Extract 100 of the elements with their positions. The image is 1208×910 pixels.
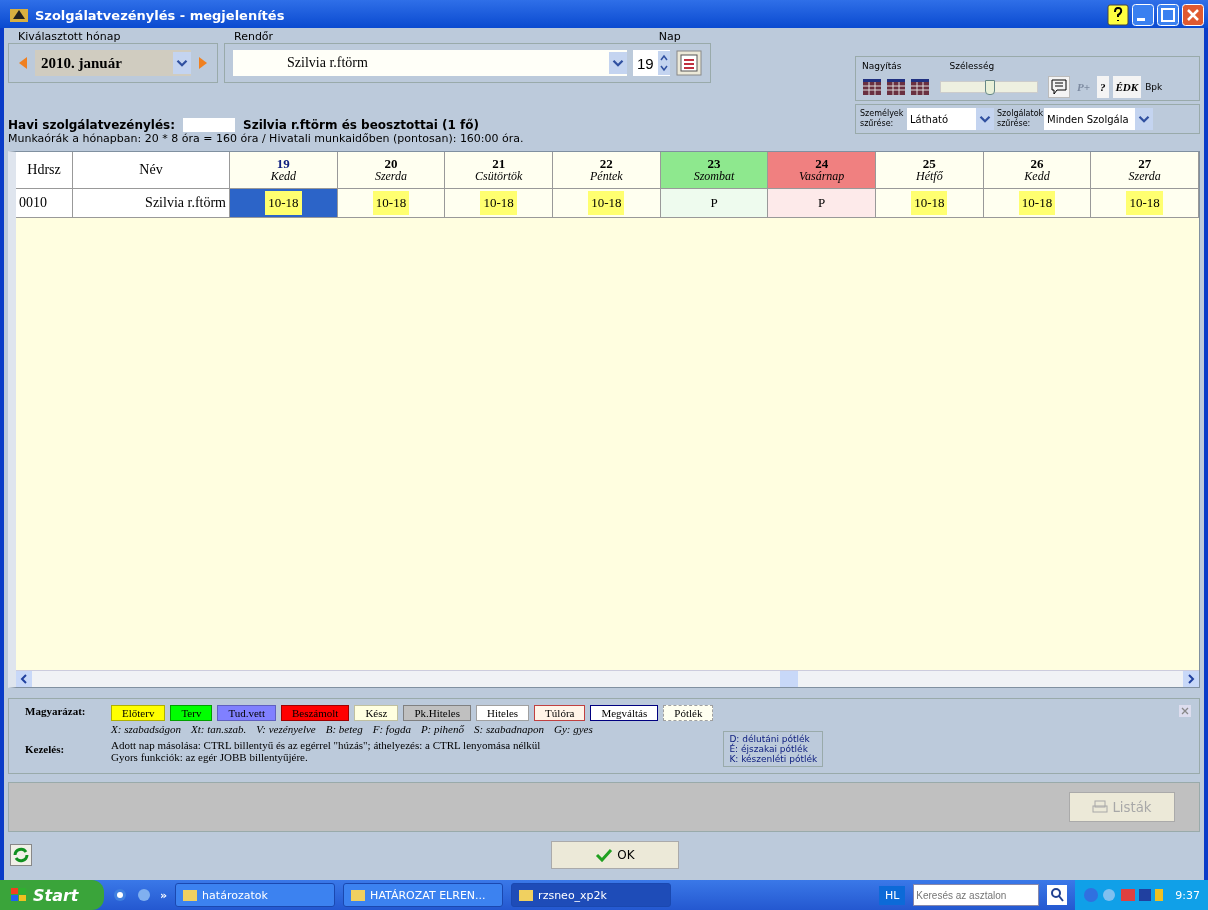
day-header[interactable]: 27 Szerda — [1091, 152, 1199, 189]
code-legend: V: vezényelve — [256, 723, 316, 735]
handling-text: Adott nap másolása: CTRL billentyű és az egérrel "húzás"; áthelyezés: a CTRL lenyomása nélkül — [111, 739, 542, 751]
schedule-title: Havi szolgálatvezénylés: — [8, 118, 175, 132]
day-header[interactable]: 23 Szombat — [660, 152, 769, 189]
group-label: Rendőr — [233, 30, 274, 43]
comment-icon[interactable] — [1048, 76, 1070, 98]
shift-cell[interactable]: 10-18 — [445, 189, 553, 218]
day-header[interactable]: 25 Hétfő — [876, 152, 984, 189]
legend-chip: Beszámolt — [280, 705, 350, 721]
spinner-arrows-icon[interactable] — [657, 51, 670, 75]
code-legend: X: szabadságon — [111, 723, 181, 735]
slider-thumb[interactable] — [985, 80, 995, 95]
day-header[interactable]: 20 Szerda — [337, 152, 446, 189]
grid-zoom-icon[interactable] — [910, 77, 930, 97]
calendar-icon[interactable] — [675, 50, 702, 76]
close-button[interactable] — [1182, 4, 1204, 26]
app-icon — [10, 7, 28, 23]
allowance-text: K: készenléti pótlék — [729, 754, 818, 764]
day-header[interactable]: 24 Vasárnap — [768, 152, 876, 189]
legend-chip: Megváltás — [590, 705, 659, 721]
hours-summary: Munkaórák a hónapban: 20 * 8 óra = 160 óra / Hivatali munkaidőben (pontosan): 160:00 óra. — [8, 132, 525, 145]
code-legend: S: szabadnapon — [473, 723, 544, 735]
toolbar-button[interactable]: ? — [1097, 76, 1109, 98]
legend-label: Magyarázat: — [24, 705, 87, 717]
horizontal-scrollbar[interactable] — [16, 670, 1199, 687]
window-icon — [350, 888, 367, 902]
filter-dropdown[interactable]: Látható — [907, 108, 994, 130]
window-title: Szolgálatvezénylés - megjelenítés — [35, 7, 285, 23]
day-header[interactable]: 21 Csütörtök — [445, 152, 553, 189]
shift-cell[interactable]: 10-18 — [230, 189, 338, 218]
legend-chip: Előterv — [111, 705, 166, 721]
handling-label: Kezelés: — [24, 743, 66, 755]
windows-logo — [10, 887, 28, 903]
toolbar-button[interactable]: ÉDK — [1112, 76, 1142, 98]
region-label: Bpk — [1145, 82, 1163, 92]
search-icon[interactable] — [1047, 885, 1068, 905]
shift-cell[interactable]: 10-18 — [983, 189, 1092, 218]
shift-cell[interactable]: 10-18 — [337, 189, 446, 218]
browser-icon[interactable] — [112, 887, 128, 903]
ok-button[interactable]: OK — [551, 841, 679, 869]
taskbar-button[interactable]: rzsneo_xp2k — [511, 883, 672, 907]
shift-cell[interactable]: 10-18 — [553, 189, 661, 218]
code-legend: B: beteg — [325, 723, 363, 735]
checkmark-icon — [595, 848, 614, 862]
shift-cell[interactable]: P — [768, 189, 876, 218]
taskbar-button[interactable]: határozatok — [175, 883, 336, 907]
language-indicator[interactable]: HL — [878, 885, 906, 905]
code-legend: Gy: gyes — [553, 723, 593, 735]
legend-chip: Terv — [170, 705, 213, 721]
code-legend: Xt: tan.szab. — [191, 723, 247, 735]
legend-chip: Tud.vett — [217, 705, 276, 721]
table-cell: 0010 — [16, 189, 73, 218]
filter-label: Szolgálatok szűrése: — [997, 109, 1041, 129]
legend-chip: Túlóra — [534, 705, 586, 721]
scroll-left-icon[interactable] — [16, 671, 32, 687]
officer-dropdown[interactable]: Szilvia r.ftörm — [233, 50, 627, 76]
minimize-button[interactable] — [1132, 4, 1154, 26]
column-header: Hdrsz — [16, 152, 73, 189]
scroll-thumb[interactable] — [780, 671, 798, 687]
day-spinner[interactable]: 19 — [633, 50, 670, 76]
day-header[interactable]: 26 Kedd — [983, 152, 1092, 189]
legend-chip: Kész — [354, 705, 399, 721]
desktop-search-field[interactable]: Keresés az asztalon — [913, 884, 1040, 906]
handling-text: Gyors funkciók: az egér JOBB billentyűjére. — [111, 751, 309, 763]
shift-cell[interactable]: P — [660, 189, 769, 218]
schedule-subject: Szilvia r.ftörm és beosztottai (1 fő) — [243, 118, 479, 132]
allowance-text: É: éjszakai pótlék — [729, 744, 808, 754]
month-dropdown[interactable]: 2010. január — [35, 50, 191, 76]
scroll-right-icon[interactable] — [1183, 671, 1199, 687]
legend-chip: Hiteles — [475, 705, 530, 721]
globe-icon[interactable] — [136, 887, 152, 903]
code-legend: P: pihenő — [420, 723, 464, 735]
day-header[interactable]: 22 Péntek — [553, 152, 661, 189]
filter-dropdown[interactable]: Minden Szolgála — [1044, 108, 1153, 130]
clock: 9:37 — [1175, 888, 1200, 902]
day-header[interactable]: 19 Kedd — [230, 152, 338, 189]
table-cell: Szilvia r.ftörm — [73, 189, 230, 218]
width-slider[interactable] — [940, 81, 1038, 93]
legend-chip: Pótlék — [663, 705, 714, 721]
refresh-icon[interactable] — [10, 844, 32, 866]
width-label: Szélesség — [949, 61, 995, 71]
redaction-box — [183, 118, 235, 132]
filter-label: Személyek szűrése: — [860, 109, 904, 129]
printer-icon — [1092, 800, 1109, 814]
shift-cell[interactable]: 10-18 — [876, 189, 984, 218]
code-legend: F: fogda — [372, 723, 411, 735]
group-label: Kiválasztott hónap — [17, 30, 122, 43]
legend-chip: Pk.Hiteles — [403, 705, 471, 721]
allowance-text: D: délutáni pótlék — [729, 734, 811, 744]
help-icon[interactable] — [1107, 4, 1129, 26]
grid-zoom-icon[interactable] — [862, 77, 882, 97]
column-header: Név — [73, 152, 230, 189]
more-icons-button[interactable]: » — [160, 888, 168, 902]
close-icon[interactable] — [1179, 705, 1191, 717]
shift-cell[interactable]: 10-18 — [1091, 189, 1199, 218]
day-label: Nap — [657, 30, 681, 43]
grid-zoom-icon[interactable] — [886, 77, 906, 97]
maximize-button[interactable] — [1157, 4, 1179, 26]
taskbar-button[interactable]: HATÁROZAT ELREN... — [343, 883, 504, 907]
